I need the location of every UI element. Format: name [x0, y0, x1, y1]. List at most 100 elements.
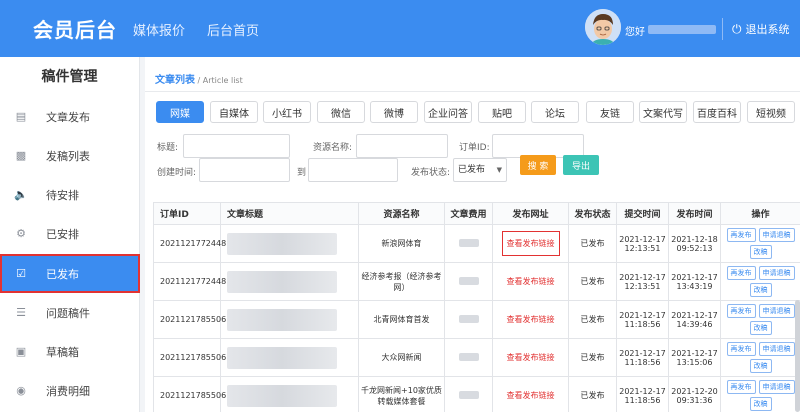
- user-greeting: 您好: [625, 27, 645, 38]
- nav-dashboard-home[interactable]: 后台首页: [207, 20, 259, 39]
- revise-button[interactable]: 改稿: [749, 397, 772, 411]
- republish-button[interactable]: 再发布: [726, 304, 756, 318]
- start-date-input[interactable]: [199, 158, 290, 182]
- order-id-cell: 2021121772448: [153, 262, 226, 301]
- publish-link-cell: 查看发布链接: [492, 300, 569, 339]
- chevron-down-icon: ▼: [496, 166, 502, 174]
- table-header-row: 订单ID 文章标题 资源名称 文章费用 发布网址 发布状态 提交时间 发布时间 …: [153, 202, 800, 225]
- title-cell-redacted: [220, 338, 359, 377]
- divider: [145, 91, 800, 92]
- table-row: 2021121785506 大众网新闻 查看发布链接 已发布 2021-12-1…: [153, 338, 800, 377]
- request-withdraw-button[interactable]: 申请退稿: [758, 304, 795, 318]
- tab-enterprise-qa[interactable]: 企业问答: [424, 101, 472, 123]
- view-publish-link[interactable]: 查看发布链接: [507, 277, 555, 286]
- submit-time-cell: 2021-12-17 11:18:56: [616, 338, 669, 377]
- actions-cell: 再发布 申请退稿改稿: [720, 376, 800, 412]
- breadcrumb-title: 文章列表: [155, 75, 195, 86]
- sidebar-item-spending[interactable]: ◉ 消费明细: [0, 371, 140, 410]
- fee-cell-redacted: [444, 262, 493, 301]
- request-withdraw-button[interactable]: 申请退稿: [758, 228, 795, 242]
- revise-button[interactable]: 改稿: [749, 283, 772, 297]
- publish-time-cell: 2021-12-18 09:52:13: [668, 224, 721, 263]
- actions-cell: 再发布 申请退稿改稿: [720, 338, 800, 377]
- username-redacted: [648, 25, 716, 34]
- search-button[interactable]: 搜 索: [520, 155, 556, 175]
- coins-icon: ◉: [16, 384, 26, 397]
- tab-self-media[interactable]: 自媒体: [210, 101, 258, 123]
- tab-tieba[interactable]: 贴吧: [478, 101, 526, 123]
- order-id-cell: 2021121772448: [153, 224, 226, 263]
- publish-time-cell: 2021-12-17 14:39:46: [668, 300, 721, 339]
- revise-button[interactable]: 改稿: [749, 245, 772, 259]
- publish-link-cell: 查看发布链接: [492, 224, 569, 263]
- tab-copywriting[interactable]: 文案代写: [639, 101, 687, 123]
- republish-button[interactable]: 再发布: [726, 266, 756, 280]
- submit-time-cell: 2021-12-17 11:18:56: [616, 300, 669, 339]
- resource-cell: 经济参考报（经济参考网）: [358, 262, 445, 301]
- resource-label: 资源名称:: [313, 143, 353, 153]
- logout-label: 退出系统: [745, 23, 790, 36]
- sidebar-item-pending[interactable]: 🔈 待安排: [0, 175, 140, 214]
- request-withdraw-button[interactable]: 申请退稿: [758, 266, 795, 280]
- publish-time-cell: 2021-12-20 09:31:36: [668, 376, 721, 412]
- actions-cell: 再发布 申请退稿改稿: [720, 300, 800, 339]
- resource-input[interactable]: [356, 134, 448, 158]
- request-withdraw-button[interactable]: 申请退稿: [758, 380, 795, 394]
- tab-friend-links[interactable]: 友链: [586, 101, 634, 123]
- request-withdraw-button[interactable]: 申请退稿: [758, 342, 795, 356]
- sidebar-item-article-publish[interactable]: ▤ 文章发布: [0, 97, 140, 136]
- status-select[interactable]: 已发布 ▼: [453, 158, 507, 182]
- breadcrumb: 文章列表 / Article list: [155, 71, 243, 86]
- submit-time-cell: 2021-12-17 12:13:51: [616, 262, 669, 301]
- revise-button[interactable]: 改稿: [749, 359, 772, 373]
- view-publish-link[interactable]: 查看发布链接: [507, 391, 555, 400]
- tab-baidu-baike[interactable]: 百度百科: [693, 101, 741, 123]
- republish-button[interactable]: 再发布: [726, 380, 756, 394]
- tab-xiaohongshu[interactable]: 小红书: [263, 101, 311, 123]
- submit-time-cell: 2021-12-17 11:18:56: [616, 376, 669, 412]
- republish-button[interactable]: 再发布: [726, 228, 756, 242]
- end-date-input[interactable]: [308, 158, 398, 182]
- power-icon: ⏻: [732, 21, 742, 36]
- page-scrollbar[interactable]: [795, 300, 800, 412]
- revise-button[interactable]: 改稿: [749, 321, 772, 335]
- inbox-icon: ▣: [15, 345, 27, 358]
- publish-time-cell: 2021-12-17 13:43:19: [668, 262, 721, 301]
- view-publish-link[interactable]: 查看发布链接: [507, 315, 555, 324]
- republish-button[interactable]: 再发布: [726, 342, 756, 356]
- top-nav: 媒体报价 后台首页: [133, 20, 259, 39]
- export-button[interactable]: 导出: [563, 155, 599, 175]
- title-label: 标题:: [157, 143, 179, 153]
- resource-cell: 千龙网新闻+10家优质转载媒体套餐: [358, 376, 445, 412]
- avatar[interactable]: [585, 9, 621, 45]
- tab-short-video[interactable]: 短视频: [747, 101, 795, 123]
- title-input[interactable]: [183, 134, 290, 158]
- view-publish-link[interactable]: 查看发布链接: [507, 353, 555, 362]
- main-content: 文章列表 / Article list 网媒 自媒体 小红书 微信 微博 企业问…: [145, 57, 800, 412]
- sidebar-item-label: 问题稿件: [46, 306, 90, 320]
- sidebar-item-drafts[interactable]: ▣ 草稿箱: [0, 332, 140, 371]
- title-cell-redacted: [220, 300, 359, 339]
- fee-cell-redacted: [444, 224, 493, 263]
- document-icon: ▤: [15, 110, 27, 123]
- tab-wechat[interactable]: 微信: [317, 101, 365, 123]
- publish-link-cell: 查看发布链接: [492, 262, 569, 301]
- sidebar-item-arranged[interactable]: ⚙ 已安排: [0, 214, 140, 253]
- speaker-icon: 🔈: [14, 188, 28, 201]
- tab-weibo[interactable]: 微博: [370, 101, 418, 123]
- logout-button[interactable]: ⏻ 退出系统: [732, 21, 790, 37]
- nav-media-price[interactable]: 媒体报价: [133, 20, 185, 39]
- table-row: 2021121772448 新浪网体育 查看发布链接 已发布 2021-12-1…: [153, 224, 800, 263]
- sidebar-item-published[interactable]: ☑ 已发布: [0, 254, 140, 293]
- sidebar-item-label: 文章发布: [46, 110, 90, 124]
- status-cell: 已发布: [568, 224, 617, 263]
- sidebar-item-label: 已安排: [46, 227, 79, 241]
- tab-web-media[interactable]: 网媒: [156, 101, 204, 123]
- order-id-label: 订单ID:: [459, 143, 490, 153]
- view-publish-link[interactable]: 查看发布链接: [501, 231, 560, 256]
- col-fee: 文章费用: [444, 202, 493, 225]
- tab-forum[interactable]: 论坛: [531, 101, 579, 123]
- sidebar-item-problem[interactable]: ☰ 问题稿件: [0, 293, 140, 332]
- sidebar-item-label: 待安排: [46, 188, 79, 202]
- sidebar-item-submission-list[interactable]: ▩ 发稿列表: [0, 136, 140, 175]
